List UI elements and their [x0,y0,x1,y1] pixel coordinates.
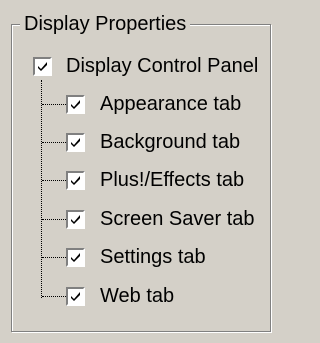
plus-effects-tab-checkbox[interactable] [66,171,85,190]
tree-branch-line [42,219,66,220]
tree-connector-line [41,80,42,298]
screen-saver-tab-label[interactable]: Screen Saver tab [100,207,255,231]
tree-branch-line [42,257,66,258]
plus-effects-tab-label[interactable]: Plus!/Effects tab [100,168,244,192]
checkmark-icon [38,62,47,71]
checkmark-icon [71,292,80,301]
checkmark-icon [71,138,80,147]
tree-branch-line [42,142,66,143]
web-tab-checkbox[interactable] [66,287,85,306]
checkmark-icon [71,100,80,109]
display-control-panel-checkbox[interactable] [33,57,52,76]
appearance-tab-checkbox[interactable] [66,95,85,114]
web-tab-label[interactable]: Web tab [100,284,174,308]
tree-branch-line [42,180,66,181]
checkmark-icon [71,176,80,185]
settings-tab-label[interactable]: Settings tab [100,245,206,269]
tree-view: Display Control Panel Appearance tab Bac… [0,0,284,343]
tree-branch-line [42,104,66,105]
display-control-panel-label[interactable]: Display Control Panel [66,54,258,78]
tree-branch-line [42,296,66,297]
background-tab-checkbox[interactable] [66,133,85,152]
checkmark-icon [71,215,80,224]
screen-saver-tab-checkbox[interactable] [66,210,85,229]
settings-tab-checkbox[interactable] [66,248,85,267]
background-tab-label[interactable]: Background tab [100,130,240,154]
appearance-tab-label[interactable]: Appearance tab [100,92,241,116]
checkmark-icon [71,253,80,262]
